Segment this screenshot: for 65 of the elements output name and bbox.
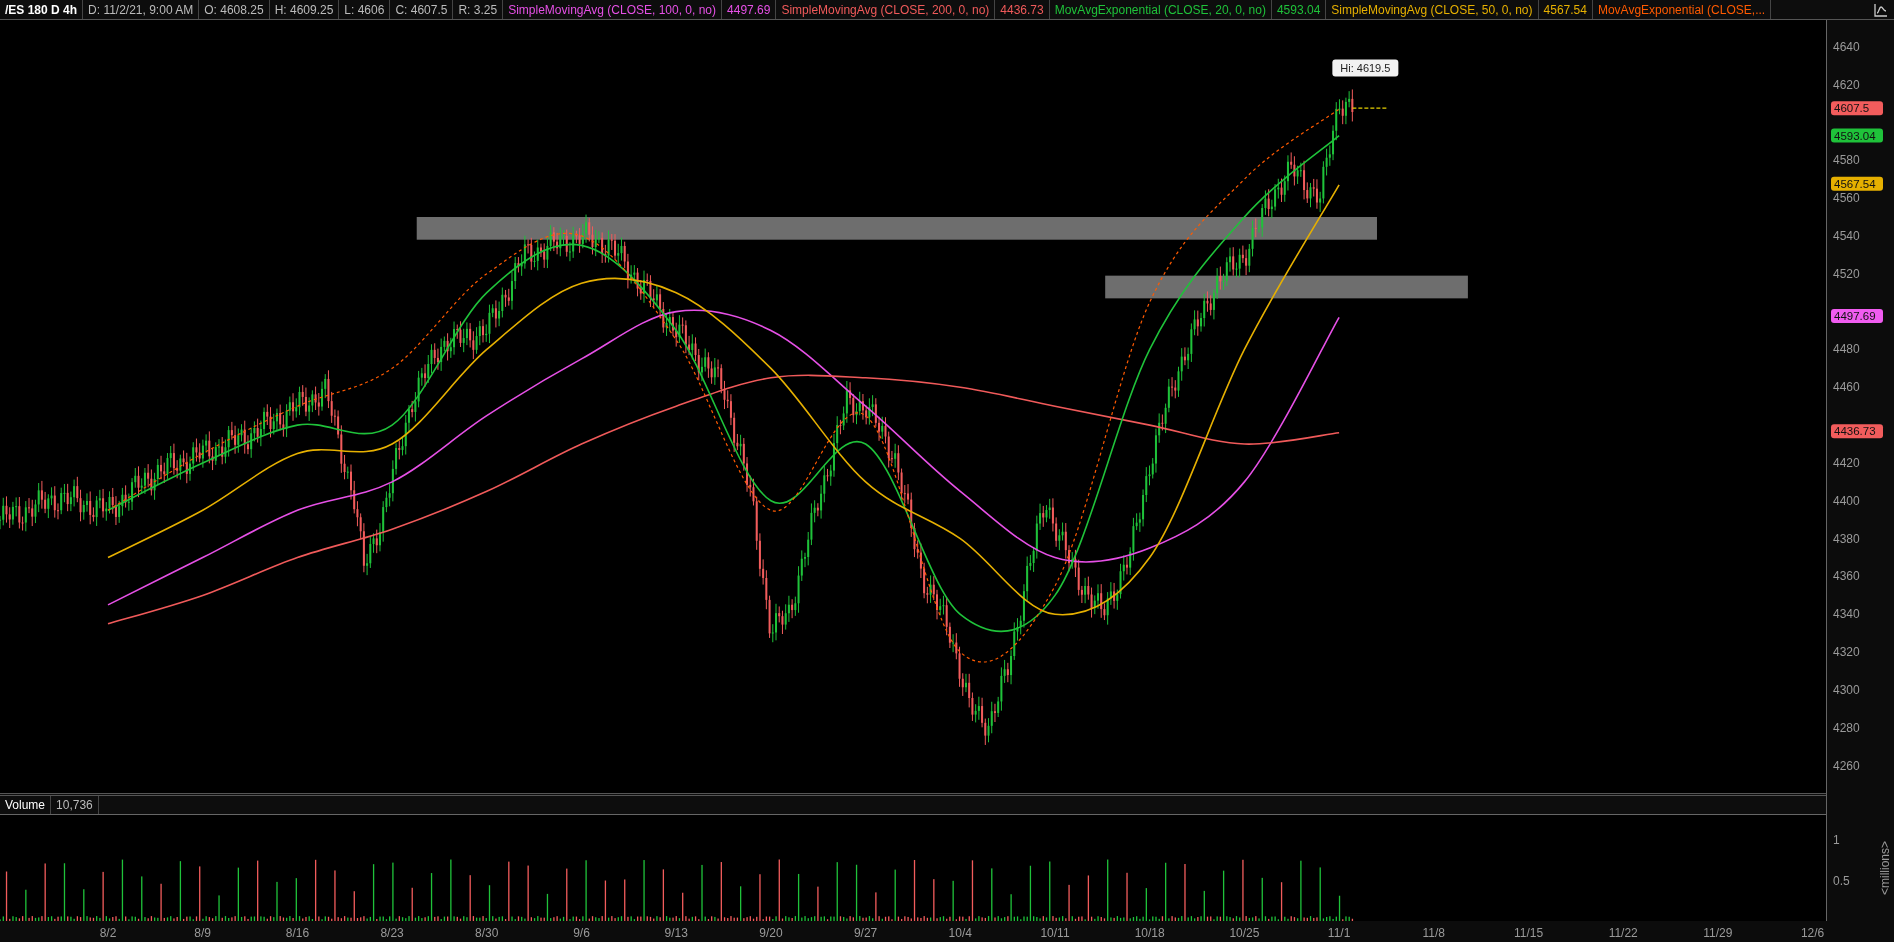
study-label[interactable]: MovAvgExponential (CLOSE,... [1592, 0, 1772, 19]
date-axis-label: 12/6 [1800, 926, 1825, 940]
date-axis-label: 11/22 [1608, 926, 1638, 940]
study-value: 4593.04 [1271, 0, 1327, 19]
date-axis-label: 9/20 [759, 926, 783, 940]
quote-field: H: 4609.25 [269, 0, 340, 19]
chart-style-icon[interactable] [1874, 2, 1888, 17]
date-axis-label: 9/13 [664, 926, 688, 940]
price-axis-label: 4280 [1833, 720, 1860, 735]
study-label[interactable]: SimpleMovingAvg (CLOSE, 100, 0, no) [503, 0, 723, 19]
date-axis-label: 8/23 [380, 926, 404, 940]
study-value: 4567.54 [1538, 0, 1593, 19]
date-axis-label: 11/15 [1513, 926, 1544, 940]
price-tag: 4607.5 [1831, 101, 1883, 116]
current-price-line [1351, 107, 1387, 109]
volume-value: 10,736 [51, 796, 99, 814]
price-axis-label: 4560 [1833, 191, 1860, 206]
date-axis-label: 11/29 [1703, 926, 1733, 940]
quote-field: C: 4607.5 [390, 0, 454, 19]
price-axis-label: 4380 [1833, 531, 1860, 546]
symbol-label[interactable]: /ES 180 D 4h [0, 0, 84, 19]
date-axis-label: 11/1 [1327, 926, 1351, 940]
date-axis-label: 11/8 [1422, 926, 1446, 940]
quote-field: D: 11/2/21, 9:00 AM [83, 0, 200, 19]
study-label[interactable]: SimpleMovingAvg (CLOSE, 50, 0, no) [1326, 0, 1539, 19]
price-tag: 4593.04 [1831, 128, 1883, 143]
price-axis-label: 4580 [1833, 153, 1860, 168]
date-axis-label: 8/16 [285, 926, 310, 940]
date-axis-label: 8/30 [475, 926, 499, 940]
study-value: 4436.73 [995, 0, 1050, 19]
price-axis-label: 4540 [1833, 228, 1860, 243]
price-axis-label: 4360 [1833, 569, 1860, 584]
quote-field: O: 4608.25 [199, 0, 270, 19]
high-price-label: Hi: 4619.5 [1332, 59, 1399, 77]
quote-field: L: 4606 [339, 0, 391, 19]
date-axis-label: 8/2 [99, 926, 117, 940]
volume-axis-label: 0.5 [1833, 874, 1850, 888]
price-axis-label: 4420 [1833, 455, 1860, 470]
volume-axis-label: 1 [1833, 833, 1840, 847]
price-tag: 4436.73 [1831, 424, 1883, 439]
date-axis-label: 10/18 [1134, 926, 1165, 940]
price-tag: 4497.69 [1831, 308, 1883, 323]
study-label[interactable]: SimpleMovingAvg (CLOSE, 200, 0, no) [776, 0, 996, 19]
price-axis-label: 4320 [1833, 645, 1860, 660]
date-axis-label: 10/11 [1040, 926, 1070, 940]
price-axis-label: 4480 [1833, 342, 1860, 357]
date-axis-label: 9/27 [853, 926, 878, 940]
price-axis-label: 4400 [1833, 493, 1860, 508]
volume-title: Volume [0, 796, 52, 814]
price-axis-label: 4620 [1833, 77, 1860, 92]
price-axis-label: 4460 [1833, 380, 1860, 395]
quote-field: R: 3.25 [453, 0, 504, 19]
study-value: 4497.69 [722, 0, 777, 19]
volume-unit-label: <millions> [1878, 841, 1892, 895]
price-axis-label: 4300 [1833, 683, 1860, 697]
date-axis-label: 10/25 [1229, 926, 1260, 940]
date-axis-label: 8/9 [194, 926, 212, 940]
price-axis-label: 4520 [1833, 266, 1860, 281]
date-axis-label: 9/6 [573, 926, 590, 940]
price-tag: 4567.54 [1831, 176, 1883, 191]
date-axis-label: 10/4 [948, 926, 972, 940]
price-axis-label: 4640 [1833, 39, 1860, 54]
price-axis-label: 4260 [1833, 758, 1860, 773]
study-label[interactable]: MovAvgExponential (CLOSE, 20, 0, no) [1049, 0, 1272, 19]
price-axis-label: 4340 [1833, 607, 1860, 622]
